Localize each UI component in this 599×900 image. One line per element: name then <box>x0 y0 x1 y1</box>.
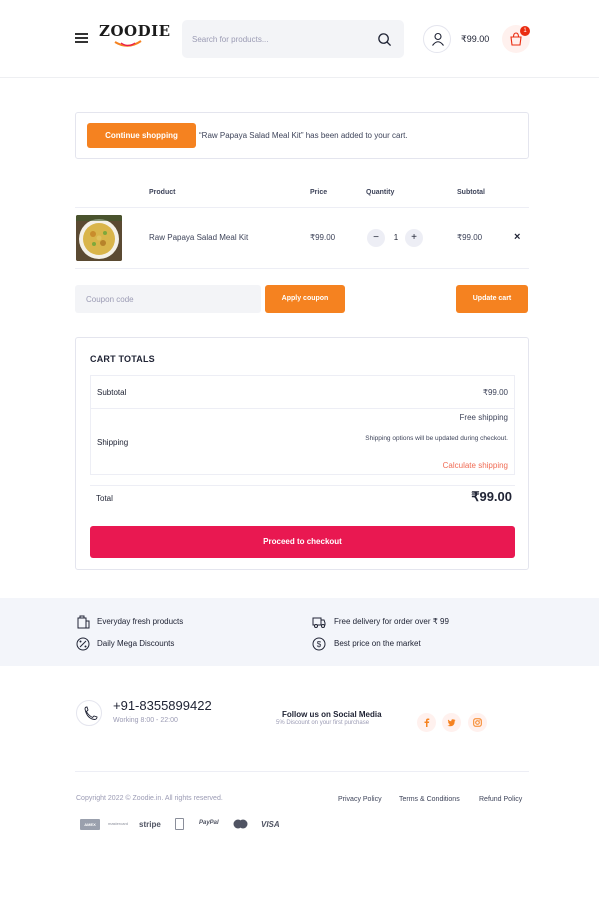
calculate-shipping-link[interactable]: Calculate shipping <box>443 461 508 470</box>
salad-bowl-image <box>76 215 122 261</box>
apply-coupon-button[interactable]: Apply coupon <box>265 285 345 313</box>
quantity-increase-button[interactable]: + <box>405 229 423 247</box>
copyright-text: Copyright 2022 © Zoodie.in. All rights r… <box>76 795 223 802</box>
best-price-icon: $ <box>312 637 326 651</box>
discount-icon <box>76 637 90 651</box>
fresh-products-icon <box>77 615 90 629</box>
feature-fresh-products: Everyday fresh products <box>97 617 184 626</box>
footer-divider <box>75 771 529 772</box>
visa-label: VISA <box>261 820 280 829</box>
remove-item-icon[interactable]: × <box>514 231 520 243</box>
proceed-to-checkout-button[interactable]: Proceed to checkout <box>90 526 515 558</box>
logo-swoosh-icon <box>114 40 142 47</box>
amex-label: AMEX <box>84 822 96 827</box>
cart-notice: Continue shopping “Raw Papaya Salad Meal… <box>75 112 529 159</box>
subtotal-value: ₹99.00 <box>482 388 508 397</box>
shipping-note: Shipping options will be updated during … <box>365 435 508 442</box>
account-button[interactable] <box>423 25 451 53</box>
facebook-icon <box>424 718 430 727</box>
subtotal-label: Subtotal <box>97 388 127 397</box>
notice-message: “Raw Papaya Salad Meal Kit” has been add… <box>199 131 408 140</box>
feature-mega-discounts: Daily Mega Discounts <box>97 639 175 648</box>
product-thumbnail[interactable] <box>76 215 122 261</box>
quantity-value[interactable]: 1 <box>392 233 400 242</box>
product-price: ₹99.00 <box>310 233 336 242</box>
totals-table: Subtotal ₹99.00 Shipping Free shipping S… <box>90 375 515 475</box>
twitter-icon <box>447 719 456 727</box>
total-label: Total <box>96 494 113 503</box>
terms-conditions-link[interactable]: Terms & Conditions <box>399 796 460 803</box>
column-header-quantity: Quantity <box>366 189 395 196</box>
instagram-link[interactable] <box>468 713 487 732</box>
user-icon <box>432 32 444 46</box>
features-band: Everyday fresh products Free delivery fo… <box>0 598 599 666</box>
table-divider <box>75 207 529 208</box>
search-bar <box>182 20 404 58</box>
quantity-decrease-button[interactable]: − <box>367 229 385 247</box>
facebook-link[interactable] <box>417 713 436 732</box>
column-header-product: Product <box>149 189 176 196</box>
totals-divider <box>90 485 515 486</box>
follow-subtitle: 5% Discount on your first purchase <box>276 720 370 726</box>
amex-payment-icon: AMEX <box>80 819 100 830</box>
mastercard-label: mastercard <box>108 821 129 826</box>
contact-phone[interactable]: +91-8355899422 <box>113 698 212 713</box>
twitter-link[interactable] <box>442 713 461 732</box>
logo-text: ZOODIE <box>99 22 171 40</box>
column-header-price: Price <box>310 189 328 196</box>
privacy-policy-link[interactable]: Privacy Policy <box>338 796 382 803</box>
feature-free-delivery: Free delivery for order over ₹ 99 <box>334 617 449 626</box>
paypal-label: PayPal <box>199 820 219 826</box>
shipping-label: Shipping <box>97 438 129 447</box>
follow-title: Follow us on Social Media <box>282 710 382 719</box>
phone-glyph-icon <box>84 706 98 720</box>
product-subtotal: ₹99.00 <box>457 233 483 242</box>
site-header: ZOODIE ₹99.00 1 <box>0 0 599 78</box>
feature-best-price: Best price on the market <box>334 639 421 648</box>
shipping-method: Free shipping <box>459 413 508 422</box>
search-icon[interactable] <box>377 32 392 47</box>
mastercard-circles-icon <box>233 819 248 829</box>
paypal-payment-icon: PayPal <box>199 820 219 834</box>
product-name-link[interactable]: Raw Papaya Salad Meal Kit <box>149 233 248 242</box>
generic-card-icon <box>175 818 184 830</box>
delivery-truck-icon <box>312 617 326 628</box>
header-cart-total[interactable]: ₹99.00 <box>461 34 489 45</box>
visa-payment-icon: VISA <box>261 820 280 834</box>
mastercard-payment-icon: mastercard <box>108 821 130 835</box>
menu-icon[interactable] <box>75 33 88 43</box>
contact-hours: Working 8:00 - 22:00 <box>113 717 178 724</box>
table-divider <box>75 268 529 269</box>
cart-count-badge: 1 <box>520 26 530 36</box>
total-value: ₹99.00 <box>471 489 512 504</box>
stripe-payment-icon: stripe <box>139 820 161 834</box>
stripe-label: stripe <box>139 820 161 829</box>
continue-shopping-button[interactable]: Continue shopping <box>87 123 196 148</box>
refund-policy-link[interactable]: Refund Policy <box>479 796 522 803</box>
instagram-icon <box>473 718 482 727</box>
coupon-code-input[interactable] <box>75 285 261 313</box>
search-input[interactable] <box>192 32 362 46</box>
column-header-subtotal: Subtotal <box>457 189 485 196</box>
phone-icon <box>76 700 102 726</box>
update-cart-button[interactable]: Update cart <box>456 285 528 313</box>
svg-text:$: $ <box>317 640 322 649</box>
totals-divider <box>91 408 514 409</box>
cart-totals-panel: CART TOTALS Subtotal ₹99.00 Shipping Fre… <box>75 337 529 570</box>
cart-totals-title: CART TOTALS <box>90 354 155 364</box>
site-logo[interactable]: ZOODIE <box>99 22 170 52</box>
